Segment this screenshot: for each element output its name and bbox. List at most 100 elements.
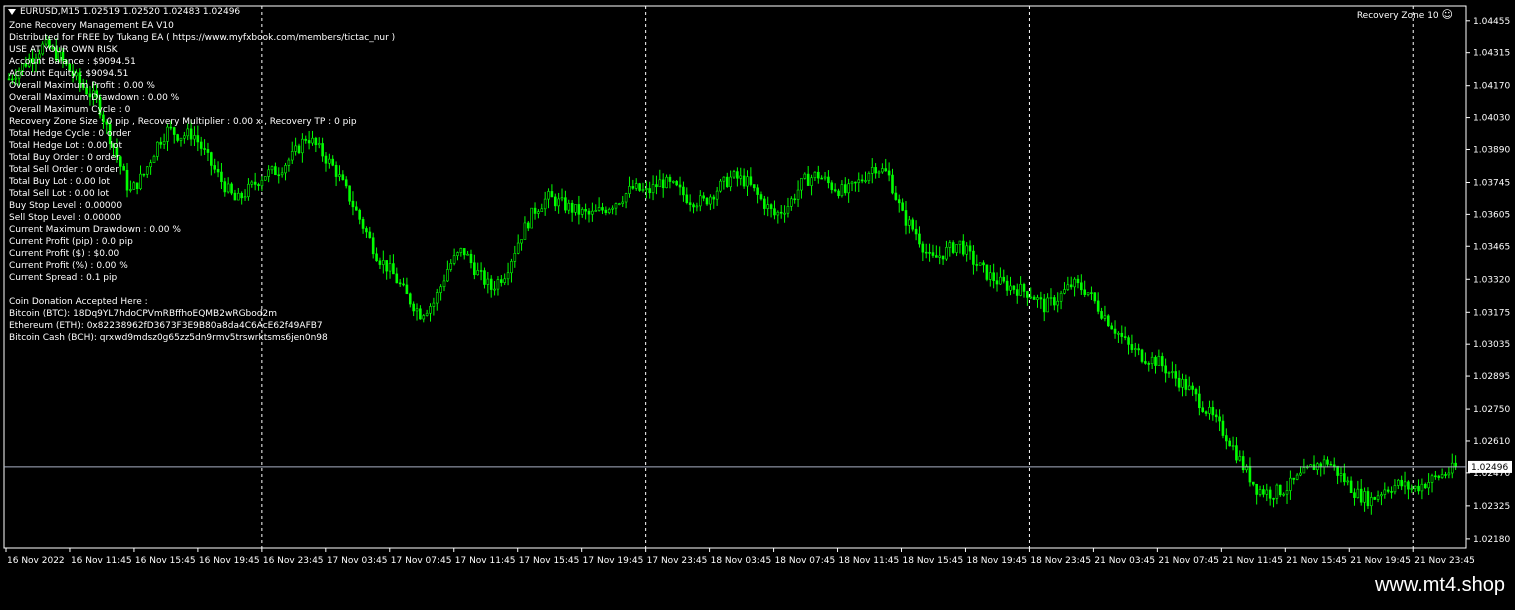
indicator-name: Recovery Zone 10: [1356, 11, 1439, 21]
candle-body: [1413, 485, 1417, 489]
info-line: Distributed for FREE by Tukang EA ( http…: [9, 33, 396, 43]
info-line: Bitcoin Cash (BCH): qrxwd9mdsz0g65zz5dn9…: [9, 333, 328, 343]
candle-body: [1150, 356, 1154, 365]
candle-body: [988, 272, 992, 280]
candle-body: [962, 240, 965, 255]
candle-body: [618, 203, 621, 205]
current-price-label: 1.02496: [1471, 463, 1508, 473]
candle-body: [496, 279, 500, 290]
candle-body: [820, 177, 823, 180]
candle-body: [510, 261, 513, 274]
candle-body: [1184, 378, 1188, 390]
candle-body: [1120, 332, 1124, 337]
candle-body: [1450, 462, 1454, 474]
candle-body: [1386, 489, 1390, 492]
info-line: Recovery Zone Size : 0 pip , Recovery Mu…: [9, 117, 357, 127]
candle-body: [648, 188, 651, 194]
info-line: Current Maximum Drawdown : 0.00 %: [9, 225, 181, 235]
candle-body: [594, 210, 598, 212]
candle-body: [840, 184, 844, 197]
candle-body: [1332, 464, 1336, 467]
candle-body: [645, 188, 648, 190]
candle-body: [1370, 497, 1373, 507]
chart-menu-triangle-icon[interactable]: [8, 9, 16, 15]
candle-body: [955, 244, 958, 253]
info-line: Bitcoin (BTC): 18Dq9YL7hdoCPVmRBffhoEQMB…: [9, 309, 277, 319]
candle-body: [1403, 481, 1407, 487]
candle-body: [985, 264, 989, 280]
x-axis-label: 21 Nov 11:45: [1222, 556, 1283, 566]
candle-body: [1309, 464, 1312, 468]
candle-body: [1440, 474, 1444, 478]
candle-body: [543, 198, 547, 210]
candle-body: [958, 240, 962, 245]
smiley-icon: ☺: [1441, 8, 1453, 21]
candle-body: [1204, 411, 1208, 414]
candle-body: [951, 242, 955, 253]
candle-body: [567, 202, 571, 211]
candle-body: [867, 173, 871, 181]
candle-body: [719, 180, 722, 192]
candle-body: [995, 280, 999, 285]
candle-body: [921, 243, 925, 253]
candle-body: [941, 255, 945, 260]
candle-body: [843, 184, 847, 194]
x-axis-label: 17 Nov 11:45: [455, 556, 516, 566]
candle-body: [513, 253, 517, 262]
candle-body: [462, 248, 466, 256]
candle-body: [1127, 337, 1130, 345]
candle-body: [1295, 474, 1299, 480]
candle-body: [688, 202, 692, 205]
candle-body: [1164, 365, 1167, 374]
candle-body: [891, 174, 894, 194]
candle-body: [1383, 489, 1387, 495]
candle-body: [1380, 494, 1383, 497]
candle-body: [749, 176, 753, 185]
candle-body: [435, 292, 439, 304]
candle-body: [813, 171, 817, 179]
candle-body: [665, 176, 668, 189]
candle-body: [439, 286, 442, 293]
info-line: Account Equity : $9094.51: [9, 69, 129, 79]
candle-body: [800, 178, 803, 191]
candle-body: [402, 283, 405, 286]
candle-body: [1046, 297, 1049, 313]
candle-body: [736, 171, 739, 179]
candle-body: [523, 222, 527, 240]
candle-body: [1322, 459, 1326, 468]
candle-body: [1275, 484, 1279, 499]
candle-body: [817, 171, 820, 179]
candle-body: [1265, 489, 1269, 495]
candle-body: [1343, 473, 1346, 483]
candle-body: [982, 262, 985, 266]
candle-body: [473, 262, 476, 276]
candle-body: [1359, 488, 1363, 503]
candle-body: [493, 288, 496, 291]
candle-body: [1022, 284, 1026, 292]
info-line: USE AT YOUR OWN RISK: [9, 45, 118, 55]
candle-body: [412, 303, 415, 312]
candle-body: [452, 255, 456, 264]
candle-body: [1053, 297, 1056, 306]
candle-body: [1063, 289, 1066, 294]
y-axis-label: 1.02750: [1473, 405, 1510, 415]
candle-body: [634, 183, 638, 189]
candle-body: [1252, 481, 1255, 485]
y-axis-label: 1.04030: [1473, 114, 1510, 124]
candle-body: [1201, 407, 1205, 412]
candle-body: [1349, 480, 1353, 494]
candle-body: [924, 251, 928, 254]
candle-body: [779, 211, 783, 214]
candle-body: [1133, 348, 1137, 350]
candle-body: [425, 312, 429, 316]
y-axis-label: 1.03890: [1473, 145, 1510, 155]
candle-body: [1056, 300, 1060, 306]
candle-body: [1346, 480, 1350, 483]
candle-body: [786, 206, 790, 214]
y-axis-label: 1.04170: [1473, 82, 1510, 92]
y-axis-label: 1.04455: [1473, 17, 1510, 27]
info-line: Sell Stop Level : 0.00000: [9, 213, 122, 223]
candle-body: [864, 180, 867, 182]
candle-body: [874, 167, 877, 174]
x-axis-label: 18 Nov 19:45: [966, 556, 1027, 566]
